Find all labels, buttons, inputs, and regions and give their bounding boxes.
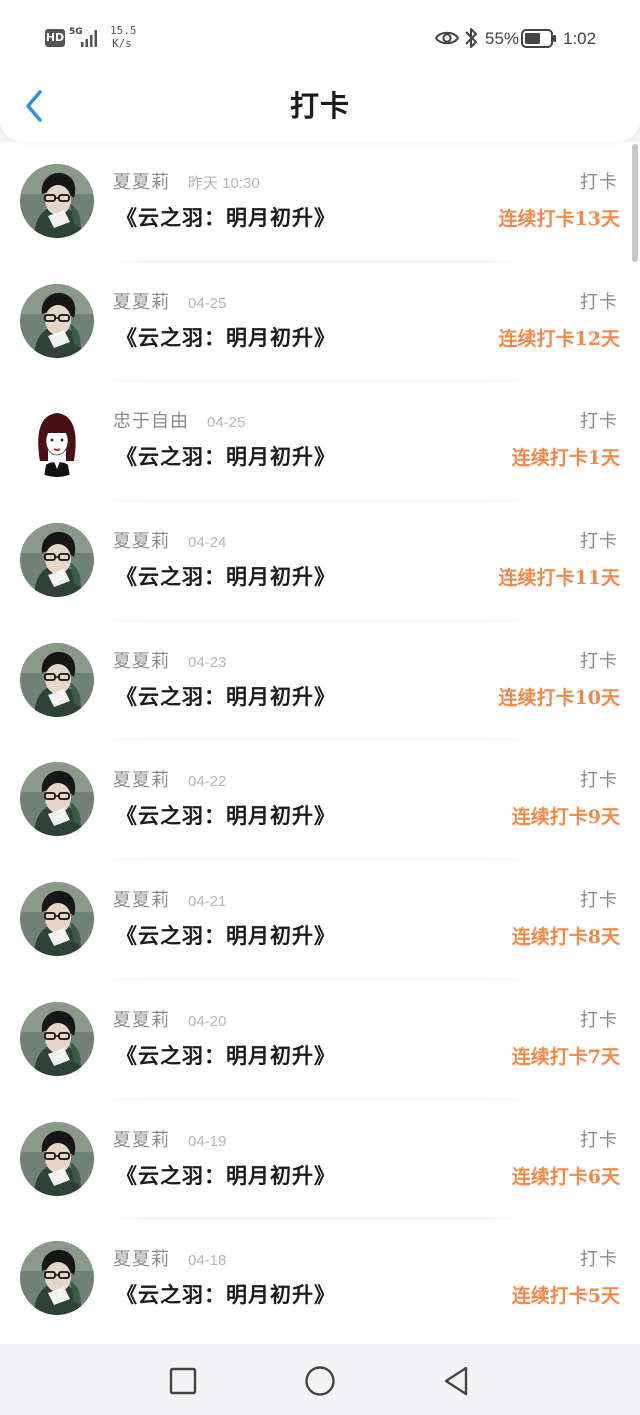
hd-badge: HD (45, 29, 65, 47)
book-title[interactable]: 《云之羽：明月初升》 (116, 1040, 336, 1072)
streak-label: 连续打卡5天 (511, 1285, 620, 1308)
username[interactable]: 夏夏莉 (113, 290, 170, 316)
checkin-meta: 忠于自由 04-25 (113, 409, 245, 435)
battery-percent: 55% (485, 29, 520, 48)
square-recents-icon[interactable] (166, 1364, 200, 1398)
book-title[interactable]: 《云之羽：明月初升》 (116, 202, 336, 234)
avatar[interactable] (20, 1001, 94, 1076)
checkin-type: 打卡 (580, 770, 618, 792)
avatar[interactable] (20, 762, 94, 837)
checkin-type: 打卡 (580, 531, 618, 553)
book-title[interactable]: 《云之羽：明月初升》 (116, 441, 336, 473)
avatar[interactable] (20, 1121, 94, 1196)
checkin-type: 打卡 (580, 291, 618, 313)
book-title[interactable]: 《云之羽：明月初升》 (116, 681, 336, 713)
checkin-date: 04-25 (188, 294, 227, 312)
username[interactable]: 夏夏莉 (113, 888, 170, 914)
username[interactable]: 夏夏莉 (113, 1008, 170, 1034)
avatar[interactable] (20, 403, 94, 478)
book-title[interactable]: 《云之羽：明月初升》 (116, 1279, 336, 1311)
checkin-list: 夏夏莉 昨天 10:30 《云之羽：明月初升》 打卡 连续打卡13天 夏夏莉 04-25 《云… (0, 142, 640, 1344)
checkin-row[interactable]: 夏夏莉 04-18 《云之羽：明月初升》 打卡连续打卡5天 (0, 1219, 640, 1339)
checkin-date: 04-24 (188, 534, 227, 552)
book-title[interactable]: 《云之羽：明月初升》 (116, 800, 336, 832)
checkin-meta: 夏夏莉 04-23 (113, 649, 226, 675)
username[interactable]: 夏夏莉 (113, 1247, 170, 1273)
checkin-type: 打卡 (580, 411, 618, 433)
checkin-date: 04-25 (207, 414, 246, 432)
streak-label: 连续打卡10天 (498, 686, 620, 709)
checkin-type: 打卡 (580, 650, 618, 672)
checkin-date: 04-20 (188, 1012, 227, 1030)
username[interactable]: 夏夏莉 (113, 529, 170, 555)
checkin-type: 打卡 (580, 1009, 618, 1031)
username[interactable]: 夏夏莉 (113, 649, 170, 675)
streak-label: 连续打卡6天 (511, 1165, 620, 1188)
checkin-row[interactable]: 夏夏莉 04-19 《云之羽：明月初升》 打卡连续打卡6天 (0, 1100, 640, 1220)
checkin-row[interactable]: 夏夏莉 04-21 《云之羽：明月初升》 打卡连续打卡8天 (0, 860, 640, 980)
avatar[interactable] (20, 882, 94, 957)
streak-label: 连续打卡12天 (498, 327, 620, 350)
network-speed: 15.5 K/s (110, 24, 137, 50)
username[interactable]: 夏夏莉 (113, 1128, 170, 1154)
book-title[interactable]: 《云之羽：明月初升》 (116, 561, 336, 593)
checkin-meta: 夏夏莉 04-25 (113, 290, 226, 316)
network-speed-unit: K/s (112, 37, 132, 50)
checkin-type: 打卡 (580, 1129, 618, 1151)
scrollbar[interactable] (632, 144, 638, 262)
checkin-row[interactable]: 夏夏莉 04-22 《云之羽：明月初升》 打卡连续打卡9天 (0, 740, 640, 860)
streak-label: 连续打卡13天 (498, 208, 620, 230)
checkin-date: 昨天 10:30 (188, 175, 260, 192)
checkin-date: 04-19 (188, 1132, 227, 1150)
book-title[interactable]: 《云之羽：明月初升》 (116, 322, 336, 354)
checkin-row[interactable]: 夏夏莉 04-25 《云之羽：明月初升》 打卡连续打卡12天 (0, 262, 640, 382)
bluetooth-icon (465, 28, 477, 48)
checkin-meta: 夏夏莉 04-18 (113, 1247, 226, 1273)
eye-icon (435, 31, 459, 45)
checkin-meta: 夏夏莉 04-22 (113, 768, 226, 794)
checkin-meta: 夏夏莉 04-20 (113, 1008, 226, 1034)
avatar[interactable] (20, 283, 94, 358)
streak-label: 连续打卡9天 (511, 806, 620, 829)
status-bar: HD 5G 1↓ 15.5 K/s 55% 1:02 (0, 0, 640, 70)
checkin-date: 04-21 (188, 893, 227, 911)
avatar[interactable] (20, 523, 94, 598)
username[interactable]: 忠于自由 (113, 409, 189, 435)
checkin-meta: 夏夏莉 昨天 10:30 (113, 170, 260, 196)
streak-label: 连续打卡1天 (511, 447, 620, 470)
checkin-meta: 夏夏莉 04-19 (113, 1128, 226, 1154)
circle-home-icon[interactable] (303, 1364, 337, 1398)
avatar[interactable] (20, 1241, 94, 1316)
checkin-meta: 夏夏莉 04-21 (113, 888, 226, 914)
book-title[interactable]: 《云之羽：明月初升》 (116, 1160, 336, 1192)
page-title: 打卡 (289, 89, 350, 123)
username[interactable]: 夏夏莉 (113, 768, 170, 794)
battery-icon (521, 29, 556, 48)
checkin-type: 打卡 (580, 1249, 618, 1271)
system-nav-bar (0, 1344, 640, 1415)
triangle-back-icon[interactable] (440, 1364, 474, 1398)
network-speed-value: 15.5 (110, 24, 137, 37)
checkin-row[interactable]: 忠于自由 04-25 《云之羽：明月初升》 打卡连续打卡1天 (0, 381, 640, 501)
checkin-date: 04-22 (188, 773, 227, 791)
signal-icon: 1↓ (80, 30, 97, 48)
checkin-row[interactable]: 夏夏莉 04-23 《云之羽：明月初升》 打卡连续打卡10天 (0, 621, 640, 741)
book-title[interactable]: 《云之羽：明月初升》 (116, 920, 336, 952)
avatar[interactable] (20, 642, 94, 717)
checkin-row[interactable]: 夏夏莉 昨天 10:30 《云之羽：明月初升》 打卡连续打卡13天 (0, 142, 640, 262)
top-bar: HD 5G 1↓ 15.5 K/s 55% 1:02 打卡 (0, 0, 640, 142)
checkin-type: 打卡 (580, 172, 618, 193)
checkin-date: 04-18 (188, 1252, 227, 1270)
streak-label: 连续打卡8天 (511, 926, 620, 949)
avatar[interactable] (20, 164, 94, 238)
streak-label: 连续打卡7天 (511, 1045, 620, 1068)
streak-label: 连续打卡11天 (498, 567, 620, 590)
checkin-row[interactable]: 夏夏莉 04-20 《云之羽：明月初升》 打卡连续打卡7天 (0, 980, 640, 1100)
checkin-meta: 夏夏莉 04-24 (113, 529, 226, 555)
checkin-type: 打卡 (580, 890, 618, 912)
checkin-row[interactable]: 夏夏莉 04-24 《云之羽：明月初升》 打卡连续打卡11天 (0, 501, 640, 621)
status-time: 1:02 (563, 29, 597, 48)
username[interactable]: 夏夏莉 (113, 170, 170, 196)
checkin-date: 04-23 (188, 653, 227, 671)
